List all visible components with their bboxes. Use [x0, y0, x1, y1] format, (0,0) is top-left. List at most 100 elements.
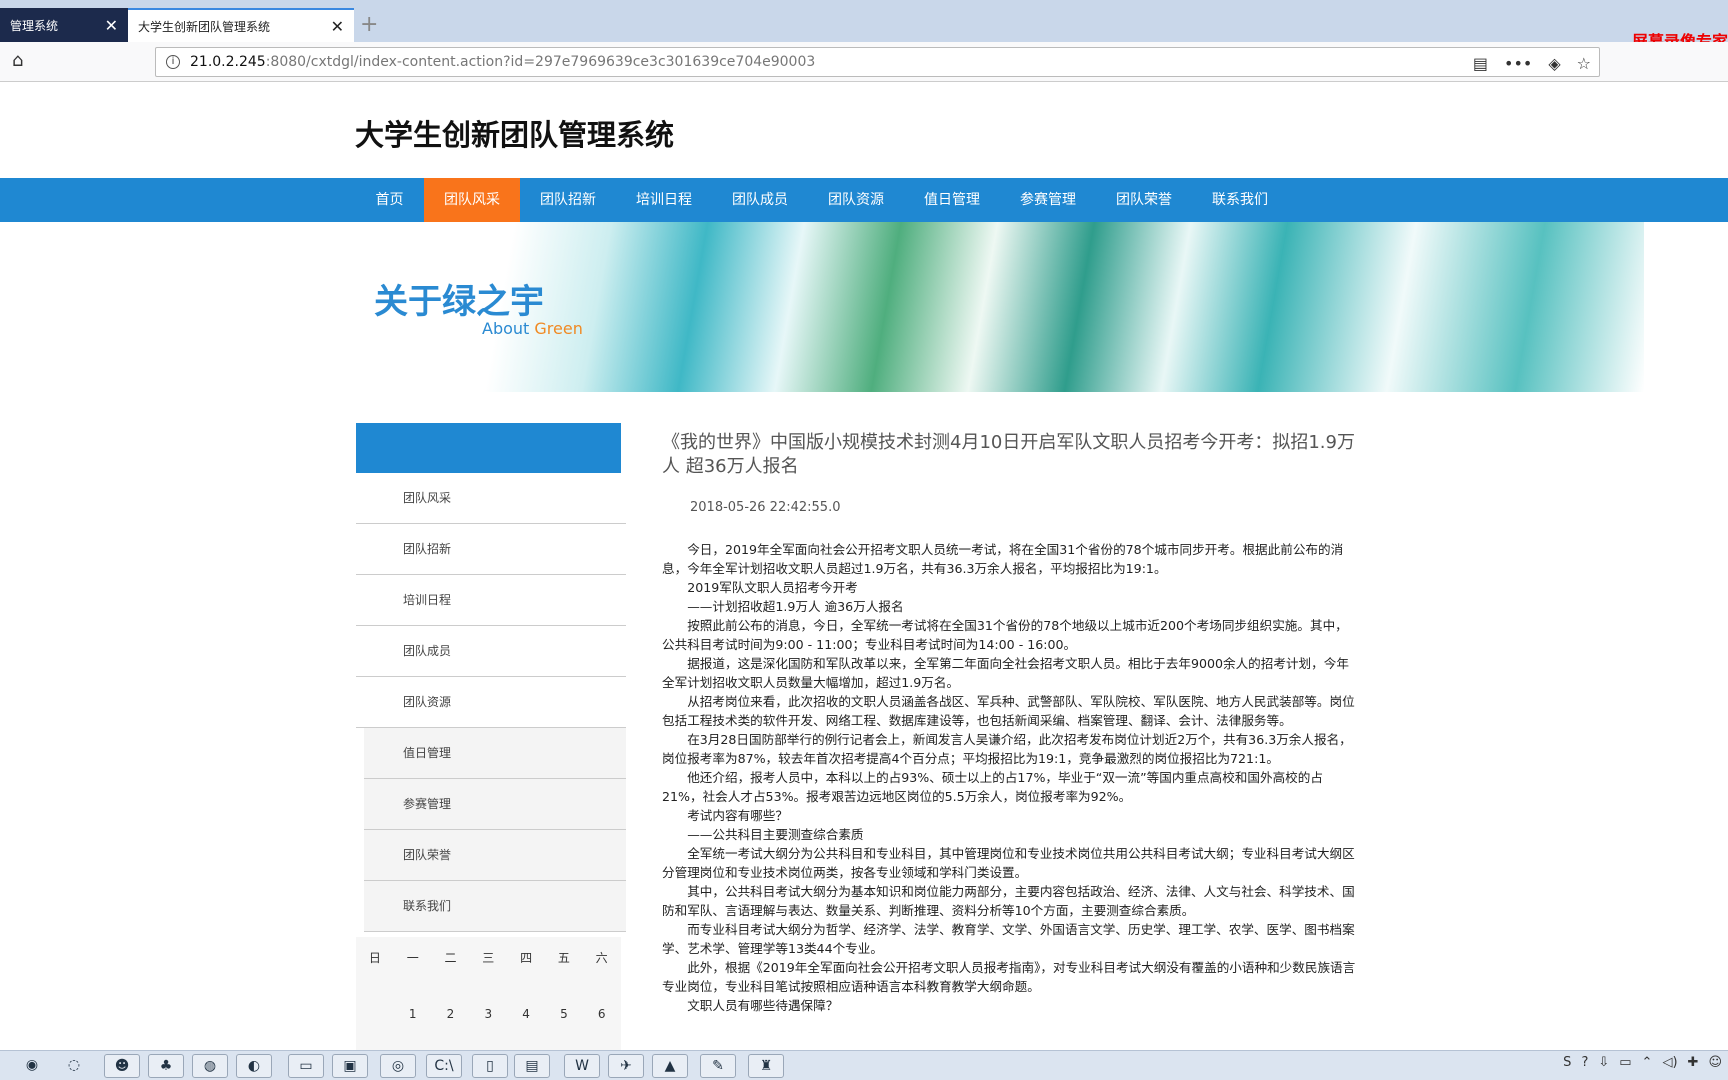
weekday: 四: [520, 951, 533, 965]
article-paragraph: 考试内容有哪些？: [687, 808, 788, 823]
download-icon[interactable]: ⇩: [1598, 1055, 1609, 1070]
tab-label: 管理系统: [10, 18, 59, 33]
reader-view-icon[interactable]: ▤: [1473, 54, 1488, 73]
nav-item-members[interactable]: 团队成员: [712, 178, 808, 222]
sidebar-item-resources[interactable]: 团队资源: [356, 677, 626, 728]
url-path: :8080/cxtdgl/index-content.action?id=297…: [265, 54, 816, 70]
taskbar-app-icon[interactable]: ▲: [652, 1054, 688, 1078]
word-icon[interactable]: W: [564, 1054, 600, 1078]
close-tab-icon[interactable]: ✕: [331, 17, 344, 36]
folder-icon[interactable]: ▤: [514, 1054, 550, 1078]
url-bar[interactable]: i 21.0.2.245 :8080/cxtdgl/index-content.…: [155, 47, 1600, 77]
banner-image: [64, 222, 1644, 392]
taskbar-app-icon[interactable]: ♜: [748, 1054, 784, 1078]
firefox-icon[interactable]: ◐: [236, 1054, 272, 1078]
bookmark-star-icon[interactable]: ☆: [1577, 54, 1591, 73]
taskbar-app-icon[interactable]: ▭: [288, 1054, 324, 1078]
new-tab-button[interactable]: +: [360, 12, 378, 37]
article-paragraph: 今日，2019年全军面向社会公开招考文职人员统一考试，将在全国31个省份的78个…: [662, 542, 1344, 576]
nav-item-honors[interactable]: 团队荣誉: [1096, 178, 1192, 222]
sidebar-item-competition[interactable]: 参赛管理: [364, 779, 626, 830]
calendar-week-row: 1 2 3 4 5 6: [356, 1007, 621, 1021]
sidebar-item-team-style[interactable]: 团队风采: [356, 473, 626, 524]
sidebar-menu: 团队风采 团队招新 培训日程 团队成员 团队资源 值日管理 参赛管理 团队荣誉 …: [356, 473, 626, 932]
more-actions-icon[interactable]: •••: [1504, 54, 1532, 73]
sidebar-item-training[interactable]: 培训日程: [356, 575, 626, 626]
article-paragraph: 文职人员有哪些待遇保障？: [687, 998, 839, 1013]
weekday: 五: [557, 951, 570, 965]
taskbar-app-icon[interactable]: ◎: [380, 1054, 416, 1078]
taskbar-app-icon[interactable]: ✈: [608, 1054, 644, 1078]
site-info-icon[interactable]: i: [166, 55, 180, 69]
browser-tab-bar: 管理系统 ✕ 大学生创新团队管理系统 ✕ + 屏幕录像专家: [0, 0, 1728, 51]
notepad-icon[interactable]: ▯: [472, 1054, 508, 1078]
taskbar-app-icon[interactable]: ▣: [332, 1054, 368, 1078]
help-icon[interactable]: ?: [1581, 1055, 1588, 1070]
banner-subtitle-green: Green: [534, 319, 583, 338]
browser-toolbar: ⌂ i 21.0.2.245 :8080/cxtdgl/index-conten…: [0, 42, 1728, 82]
sidebar-item-recruit[interactable]: 团队招新: [356, 524, 626, 575]
taskbar-app-icon[interactable]: ☻: [104, 1054, 140, 1078]
sidebar-item-duty[interactable]: 值日管理: [364, 728, 626, 779]
article-paragraph: 其中，公共科目考试大纲分为基本知识和岗位能力两部分，主要内容包括政治、经济、法律…: [662, 884, 1355, 918]
article-paragraph: 全军统一考试大纲分为公共科目和专业科目，其中管理岗位和专业技术岗位共用公共科目考…: [662, 846, 1355, 880]
nav-item-recruit[interactable]: 团队招新: [520, 178, 616, 222]
calendar-day[interactable]: 6: [583, 1007, 621, 1021]
calendar-day[interactable]: 5: [545, 1007, 583, 1021]
cmd-icon[interactable]: C:\: [426, 1054, 462, 1078]
windows-taskbar: ◉ ◌ ☻ ♣ ◍ ◐ ▭ ▣ ◎ C:\ ▯ ▤ W ✈ ▲ ✎ ♜ S ? …: [0, 1050, 1728, 1080]
article-date: 2018-05-26 22:42:55.0: [690, 500, 841, 515]
close-tab-icon[interactable]: ✕: [105, 16, 118, 35]
banner-subtitle-about: About: [482, 319, 530, 338]
site-title: 大学生创新团队管理系统: [355, 118, 675, 152]
article-paragraph: 从招考岗位来看，此次招收的文职人员涵盖各战区、军兵种、武警部队、军队院校、军队医…: [662, 694, 1355, 728]
article-paragraph: ——计划招收超1.9万人 逾36万人报名: [687, 599, 904, 614]
volume-icon[interactable]: ◁): [1662, 1055, 1677, 1070]
article-paragraph: 2019军队文职人员招考今开考: [687, 580, 858, 595]
sidebar-item-members[interactable]: 团队成员: [356, 626, 626, 677]
system-tray: S ? ⇩ ▭ ⌃ ◁) ✚ ☺: [1563, 1055, 1722, 1070]
main-nav: 首页 团队风采 团队招新 培训日程 团队成员 团队资源 值日管理 参赛管理 团队…: [0, 178, 1728, 222]
nav-item-duty[interactable]: 值日管理: [904, 178, 1000, 222]
article-paragraph: 在3月28日国防部举行的例行记者会上，新闻发言人吴谦介绍，此次招考发布岗位计划近…: [662, 732, 1352, 766]
tab-label: 大学生创新团队管理系统: [138, 19, 271, 34]
article-paragraph: 他还介绍，报考人员中，本科以上的占93%、硕士以上的占17%，毕业于“双一流”等…: [662, 770, 1323, 804]
taskbar-app-icon[interactable]: ✎: [700, 1054, 736, 1078]
sidebar-item-contact[interactable]: 联系我们: [364, 881, 626, 932]
ime-icon[interactable]: S: [1563, 1055, 1571, 1070]
home-icon[interactable]: ⌂: [12, 50, 23, 71]
nav-item-contact[interactable]: 联系我们: [1192, 178, 1288, 222]
show-hidden-icons-icon[interactable]: ⌃: [1642, 1055, 1653, 1070]
article-paragraph: ——公共科目主要测查综合素质: [687, 827, 864, 842]
nav-item-training[interactable]: 培训日程: [616, 178, 712, 222]
nav-item-competition[interactable]: 参赛管理: [1000, 178, 1096, 222]
calendar-day[interactable]: 3: [469, 1007, 507, 1021]
nav-item-resources[interactable]: 团队资源: [808, 178, 904, 222]
banner-title: 关于绿之宇: [374, 282, 544, 322]
article-paragraph: 此外，根据《2019年全军面向社会公开招考文职人员报考指南》，对专业科目考试大纲…: [662, 960, 1356, 994]
sidebar-item-honors[interactable]: 团队荣誉: [364, 830, 626, 881]
nav-item-home[interactable]: 首页: [356, 178, 423, 222]
calendar-day[interactable]: 4: [507, 1007, 545, 1021]
article-paragraph: 按照此前公布的消息，今日，全军统一考试将在全国31个省份的78个地级以上城市近2…: [662, 618, 1348, 652]
calendar-day[interactable]: 2: [432, 1007, 470, 1021]
chrome-icon[interactable]: ◍: [192, 1054, 228, 1078]
tab-inactive[interactable]: 管理系统 ✕: [0, 8, 128, 42]
start-orb-icon[interactable]: ◉: [14, 1054, 50, 1078]
weekday: 六: [595, 951, 608, 965]
taskbar-app-icon[interactable]: ♣: [148, 1054, 184, 1078]
tab-active[interactable]: 大学生创新团队管理系统 ✕: [128, 8, 354, 42]
tray-app-icon[interactable]: ✚: [1688, 1055, 1699, 1070]
weekday: 三: [482, 951, 495, 965]
weekday: 一: [406, 951, 419, 965]
tray-app-icon[interactable]: ☺: [1708, 1055, 1722, 1070]
weekday: 二: [444, 951, 457, 965]
article-paragraph: 而专业科目考试大纲分为哲学、经济学、法学、教育学、文学、外国语言文学、历史学、理…: [662, 922, 1355, 956]
article-body: 今日，2019年全军面向社会公开招考文职人员统一考试，将在全国31个省份的78个…: [662, 540, 1357, 1015]
calendar-day[interactable]: 1: [394, 1007, 432, 1021]
pocket-icon[interactable]: ◈: [1548, 54, 1560, 73]
banner-subtitle: About Green: [482, 319, 583, 338]
search-icon[interactable]: ◌: [56, 1054, 92, 1078]
nav-item-team-style[interactable]: 团队风采: [424, 178, 520, 222]
battery-icon[interactable]: ▭: [1619, 1055, 1631, 1070]
